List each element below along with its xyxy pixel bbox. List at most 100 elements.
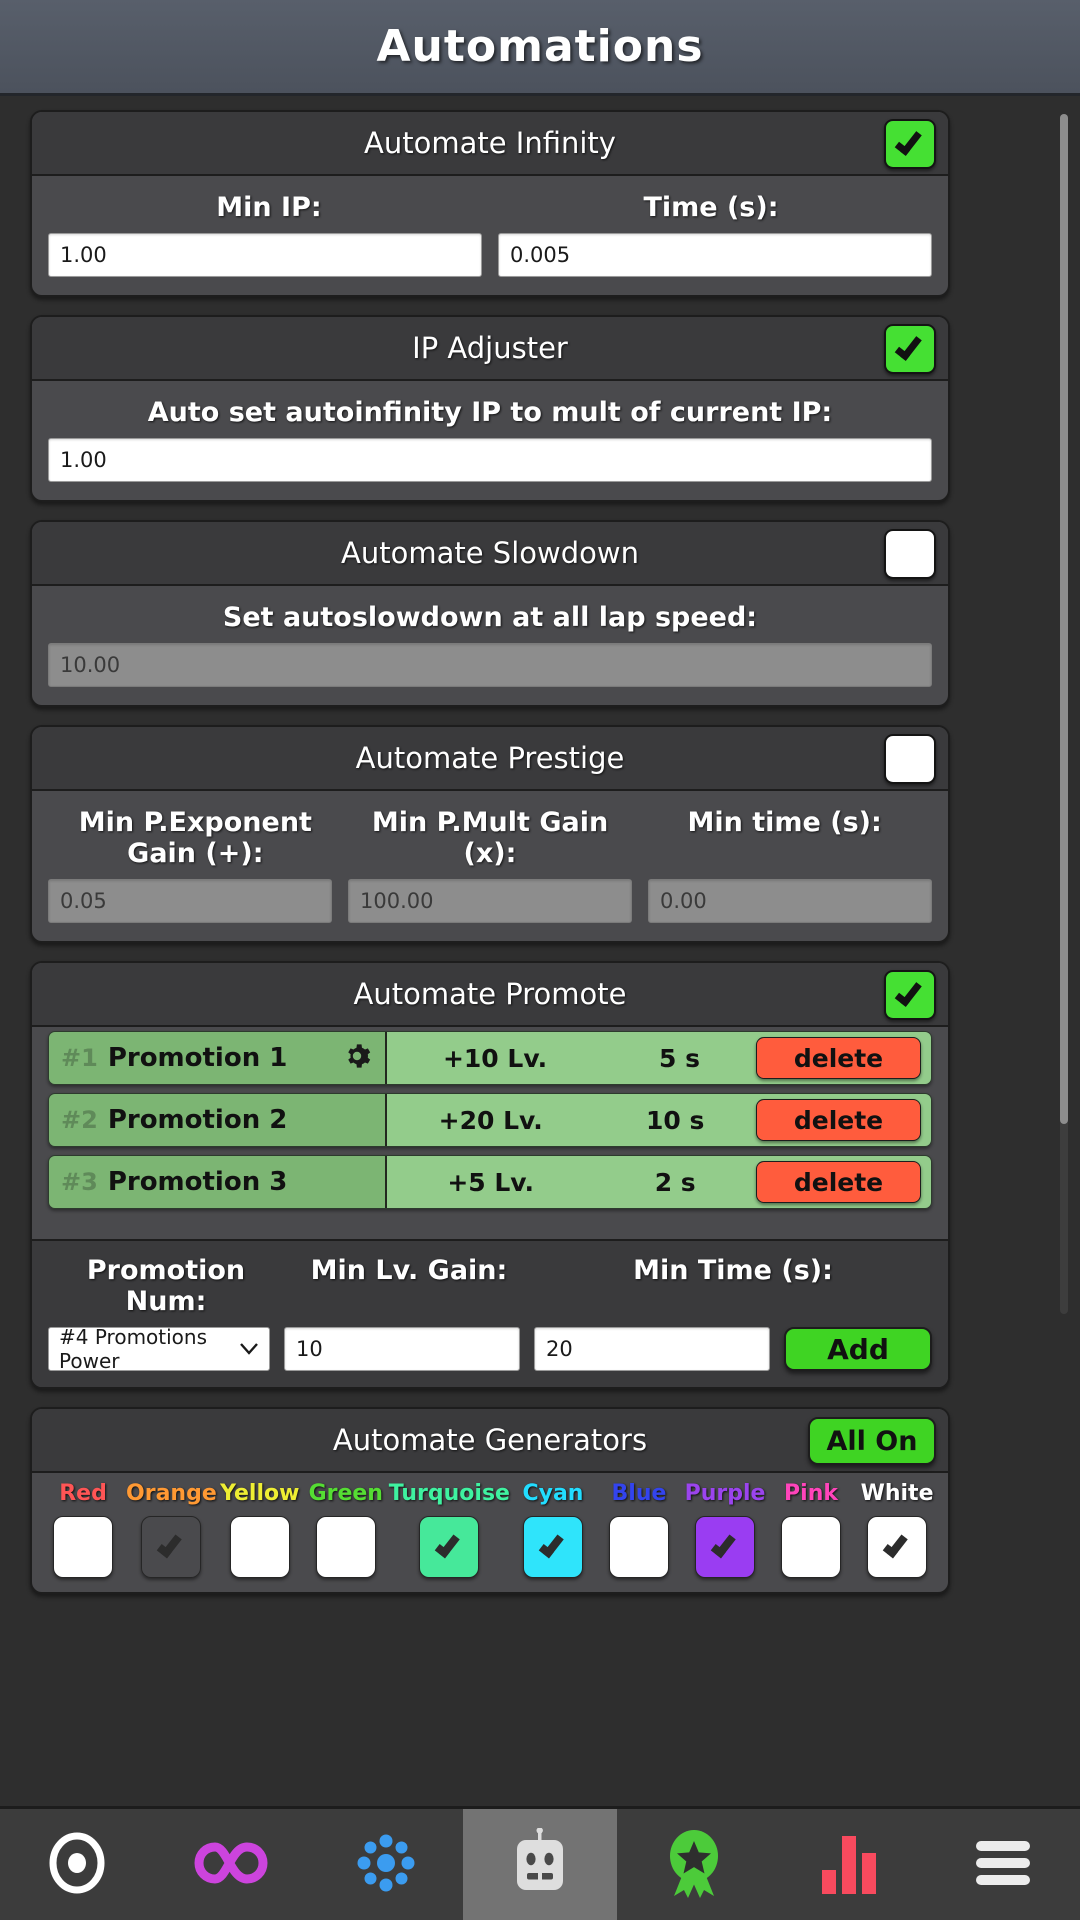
generator-checkbox-turquoise[interactable] <box>419 1516 480 1578</box>
card-title: Automate Infinity <box>364 126 616 160</box>
toggle-automate-infinity[interactable] <box>884 119 936 169</box>
scrollbar-thumb[interactable] <box>1060 114 1068 1124</box>
card-title: Automate Promote <box>353 977 627 1011</box>
generator-checkbox-red[interactable] <box>53 1516 113 1578</box>
bottom-navigation-bar <box>0 1806 1080 1920</box>
generator-column-turquoise: Turquoise <box>389 1481 510 1578</box>
promotion-entry-main[interactable]: #1 Promotion 1 <box>49 1032 387 1084</box>
generator-checkbox-white[interactable] <box>867 1516 928 1578</box>
card-automate-promote: Automate Promote #1 Promotion 1 +10 Lv. … <box>30 961 950 1389</box>
card-automate-infinity: Automate Infinity Min IP: Time (s): 1.00… <box>30 110 950 297</box>
nav-item-infinity[interactable] <box>154 1809 308 1920</box>
nav-item-dimensions[interactable] <box>309 1809 463 1920</box>
label-autoslowdown: Set autoslowdown at all lap speed: <box>222 602 758 633</box>
antimatter-ring-icon <box>46 1832 108 1898</box>
promotion-entry-main[interactable]: #2 Promotion 2 <box>49 1094 387 1146</box>
generator-checkbox-purple[interactable] <box>695 1516 755 1578</box>
generator-checkbox-green[interactable] <box>315 1516 376 1578</box>
delete-button[interactable]: delete <box>756 1037 921 1079</box>
card-body-automate-infinity: Min IP: Time (s): 1.00 0.005 <box>32 176 948 295</box>
card-header-automate-promote: Automate Promote <box>32 963 948 1027</box>
fields-row: #4 Promotions Power 10 20 Add <box>48 1325 932 1373</box>
app-header: Automations <box>0 0 1080 96</box>
delete-button[interactable]: delete <box>756 1161 921 1203</box>
promotion-time: 2 s <box>654 1167 696 1197</box>
card-automate-generators: Automate Generators All On Red Orange Ye… <box>30 1407 950 1594</box>
generator-label-yellow: Yellow <box>220 1481 300 1506</box>
card-header-automate-generators: Automate Generators All On <box>32 1409 948 1473</box>
fields-row: 0.05 100.00 0.00 <box>48 879 932 923</box>
promotion-list: #1 Promotion 1 +10 Lv. 5 s delete #2 Pro… <box>32 1027 948 1239</box>
gear-icon[interactable] <box>343 1042 371 1074</box>
generator-checkbox-blue[interactable] <box>608 1516 669 1578</box>
promotion-index: #3 <box>61 1168 98 1196</box>
table-row[interactable]: #2 Promotion 2 +20 Lv. 10 s delete <box>48 1093 932 1147</box>
input-min-promote-time[interactable]: 20 <box>534 1327 770 1371</box>
toggle-ip-adjuster[interactable] <box>884 324 936 374</box>
label-row: Min IP: Time (s): <box>48 186 932 233</box>
input-autoslowdown[interactable]: 10.00 <box>48 643 932 687</box>
label-ip-mult: Auto set autoinfinity IP to mult of curr… <box>147 397 833 428</box>
all-on-button[interactable]: All On <box>808 1417 936 1465</box>
generator-checkbox-pink[interactable] <box>781 1516 842 1578</box>
toggle-automate-slowdown[interactable] <box>884 529 936 579</box>
nav-item-automation[interactable] <box>462 1809 618 1920</box>
generator-label-blue: Blue <box>611 1481 667 1506</box>
generator-column-white: White <box>854 1481 940 1578</box>
check-icon <box>710 1530 736 1558</box>
card-body-automate-slowdown: Set autoslowdown at all lap speed: 10.00 <box>32 586 948 705</box>
nav-item-antimatter[interactable] <box>0 1809 154 1920</box>
input-min-p-mult-gain[interactable]: 100.00 <box>348 879 632 923</box>
infinity-icon <box>193 1835 269 1895</box>
generator-column-green: Green <box>303 1481 389 1578</box>
input-min-lv-gain[interactable]: 10 <box>284 1327 520 1371</box>
select-promotion-num[interactable]: #4 Promotions Power <box>48 1325 270 1373</box>
check-icon <box>882 1530 908 1558</box>
table-row[interactable]: #1 Promotion 1 +10 Lv. 5 s delete <box>48 1031 932 1085</box>
settings-scroll-area[interactable]: Automate Infinity Min IP: Time (s): 1.00… <box>0 96 1080 1806</box>
card-header-ip-adjuster: IP Adjuster <box>32 317 948 381</box>
table-row[interactable]: #3 Promotion 3 +5 Lv. 2 s delete <box>48 1155 932 1209</box>
generator-checkbox-cyan[interactable] <box>522 1516 583 1578</box>
card-automate-slowdown: Automate Slowdown Set autoslowdown at al… <box>30 520 950 707</box>
generator-label-pink: Pink <box>784 1481 838 1506</box>
generator-column-purple: Purple <box>682 1481 768 1578</box>
input-infinity-time[interactable]: 0.005 <box>498 233 932 277</box>
toggle-automate-promote[interactable] <box>884 970 936 1020</box>
card-automate-prestige: Automate Prestige Min P.Exponent Gain (+… <box>30 725 950 943</box>
generator-label-cyan: Cyan <box>522 1481 584 1506</box>
toggle-automate-prestige[interactable] <box>884 734 936 784</box>
generator-label-turquoise: Turquoise <box>388 1481 510 1506</box>
nav-item-statistics[interactable] <box>771 1809 925 1920</box>
promotion-level-gain: +20 Lv. <box>438 1105 543 1135</box>
promotion-name: Promotion 1 <box>107 1043 288 1073</box>
card-body-ip-adjuster: Auto set autoinfinity IP to mult of curr… <box>32 381 948 500</box>
promotion-time: 10 s <box>646 1105 705 1135</box>
promotion-time: 5 s <box>659 1043 701 1073</box>
input-min-prestige-time[interactable]: 0.00 <box>648 879 932 923</box>
generator-column-blue: Blue <box>596 1481 682 1578</box>
generator-checkbox-yellow[interactable] <box>229 1516 290 1578</box>
card-header-automate-infinity: Automate Infinity <box>32 112 948 176</box>
label-row: Promotion Num: Min Lv. Gain: Min Time (s… <box>48 1249 932 1327</box>
generator-label-orange: Orange <box>126 1481 217 1506</box>
input-min-p-exponent-gain[interactable]: 0.05 <box>48 879 332 923</box>
generator-checkbox-orange[interactable] <box>141 1516 202 1578</box>
generator-toggle-grid: Red Orange Yellow Green Turquoise Cyan B… <box>32 1473 948 1592</box>
card-body-automate-prestige: Min P.Exponent Gain (+): Min P.Mult Gain… <box>32 791 948 941</box>
promotion-add-form: Promotion Num: Min Lv. Gain: Min Time (s… <box>32 1239 948 1387</box>
check-icon <box>435 1530 461 1558</box>
add-button[interactable]: Add <box>784 1327 932 1371</box>
card-ip-adjuster: IP Adjuster Auto set autoinfinity IP to … <box>30 315 950 502</box>
delete-button[interactable]: delete <box>756 1099 922 1141</box>
input-min-ip[interactable]: 1.00 <box>48 233 482 277</box>
generator-label-red: Red <box>59 1481 107 1506</box>
nav-item-menu[interactable] <box>926 1809 1080 1920</box>
generator-label-green: Green <box>308 1481 383 1506</box>
input-ip-mult[interactable]: 1.00 <box>48 438 932 482</box>
label-min-lv-gain: Min Lv. Gain: <box>310 1255 508 1286</box>
nav-item-achievements[interactable] <box>617 1809 771 1920</box>
promotion-entry-main[interactable]: #3 Promotion 3 <box>49 1156 387 1208</box>
card-header-automate-slowdown: Automate Slowdown <box>32 522 948 586</box>
atom-dots-icon <box>352 1829 420 1901</box>
